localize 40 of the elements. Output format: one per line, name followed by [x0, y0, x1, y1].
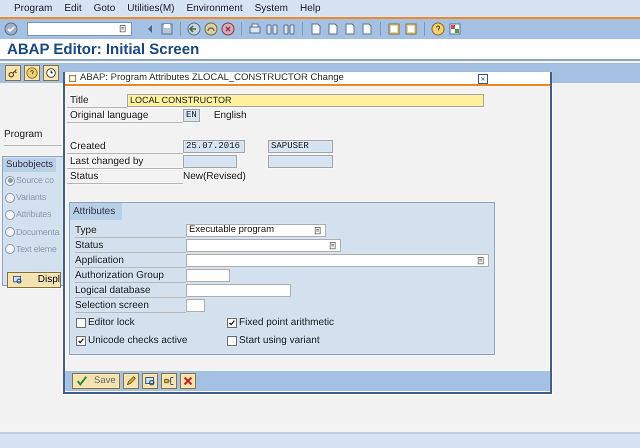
menu-item[interactable]: Goto: [94, 1, 116, 16]
program-label: Program: [4, 127, 62, 146]
field-label: Status: [75, 238, 186, 252]
field-label: Created: [67, 140, 183, 154]
field-label: Last changed by: [67, 154, 183, 168]
field-label: Logical database: [75, 284, 186, 298]
date-field[interactable]: 25.07.2016: [183, 140, 245, 153]
radio-label: Text eleme: [16, 242, 57, 256]
checkbox-label: Start using variant: [239, 334, 320, 348]
group-title: Attributes: [70, 203, 122, 220]
language-name: English: [214, 109, 247, 123]
screen-title: ABAP Editor: Initial Screen: [0, 39, 640, 61]
language-field[interactable]: EN: [183, 109, 200, 122]
menu-item[interactable]: Utilities(M): [127, 1, 174, 16]
menu-item[interactable]: Edit: [64, 1, 82, 16]
display-button[interactable]: Displ: [7, 272, 61, 288]
group-title: Subobjects: [3, 158, 56, 172]
field-label: Selection screen: [75, 298, 186, 312]
user-field[interactable]: SAPUSER: [268, 140, 333, 153]
checkbox-label: Fixed point arithmetic: [239, 316, 334, 330]
dialog-title: ABAP: Program Attributes ZLOCAL_CONSTRUCTOR Change: [80, 70, 344, 85]
radio-label: Source co: [16, 174, 54, 187]
menu-item[interactable]: System: [254, 1, 288, 16]
title-field[interactable]: LOCAL CONSTRUCTOR: [127, 94, 484, 107]
save-button[interactable]: Save: [72, 373, 120, 389]
checkbox-label: Editor lock: [88, 316, 135, 330]
field-label: Authorization Group: [75, 268, 186, 282]
menu-item[interactable]: Program: [14, 1, 52, 16]
menu-item[interactable]: Help: [300, 1, 321, 16]
field-label: Original language: [67, 108, 183, 122]
radio-label: Documenta: [16, 226, 60, 239]
field-label: Status: [67, 170, 183, 184]
field-label: Application: [75, 254, 186, 268]
radio-label: Attributes: [16, 208, 52, 222]
dropdown-field[interactable]: Executable program: [186, 224, 326, 237]
checkbox-label: Unicode checks active: [88, 334, 188, 348]
field-label: Type: [75, 224, 186, 238]
menu-item[interactable]: Environment: [186, 1, 243, 16]
status-value: New(Revised): [183, 170, 246, 184]
radio-label: Variants: [16, 191, 46, 204]
